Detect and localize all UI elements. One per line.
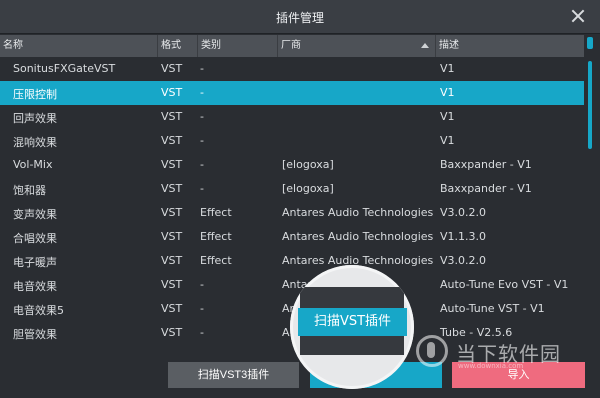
cell-name: 电音效果 bbox=[13, 280, 57, 293]
cell-description: V1 bbox=[440, 110, 455, 123]
cell-format: VST bbox=[161, 110, 183, 123]
cell-category: - bbox=[200, 278, 204, 291]
cell-format: VST bbox=[161, 134, 183, 147]
cell-description: V1.1.3.0 bbox=[440, 230, 487, 243]
plugin-table-body: SonitusFXGateVST VST - V1 压限控制 VST - V1 回声效果 VST -… bbox=[0, 57, 584, 347]
scrollbar-thumb[interactable] bbox=[588, 61, 592, 149]
table-row[interactable]: Vol-Mix VST - [elogoxa] Baxxpander - V1 bbox=[0, 153, 584, 177]
watermark: 当下软件园 www.downxia.com bbox=[416, 333, 596, 373]
column-header-vendor[interactable]: 厂商 bbox=[278, 35, 436, 57]
table-row[interactable]: 电子暖声 VST Effect Antares Audio Technologies V… bbox=[0, 249, 584, 273]
zoom-callout: 扫描VST插件 bbox=[290, 265, 414, 389]
cell-name: Vol-Mix bbox=[13, 158, 53, 171]
table-row[interactable]: 变声效果 VST Effect Antares Audio Technologies V… bbox=[0, 201, 584, 225]
cell-format: VST bbox=[161, 158, 183, 171]
cell-name: SonitusFXGateVST bbox=[13, 62, 116, 75]
cell-name: 合唱效果 bbox=[13, 232, 57, 245]
sort-ascending-icon bbox=[421, 43, 429, 48]
vertical-scrollbar[interactable] bbox=[587, 37, 593, 347]
cell-name: 压限控制 bbox=[13, 88, 57, 101]
cell-name: 混响效果 bbox=[13, 136, 57, 149]
cell-description: Baxxpander - V1 bbox=[440, 182, 532, 195]
cell-description: Auto-Tune Evo VST - V1 bbox=[440, 278, 569, 291]
cell-name: 饱和器 bbox=[13, 184, 46, 197]
cell-format: VST bbox=[161, 278, 183, 291]
cell-format: VST bbox=[161, 230, 183, 243]
zoom-scan-vst-button: 扫描VST插件 bbox=[298, 308, 407, 336]
cell-category: - bbox=[200, 182, 204, 195]
table-row[interactable]: SonitusFXGateVST VST - V1 bbox=[0, 57, 584, 81]
cell-name: 回声效果 bbox=[13, 112, 57, 125]
cell-name: 胆管效果 bbox=[13, 328, 57, 341]
close-icon[interactable] bbox=[570, 8, 586, 24]
cell-description: Baxxpander - V1 bbox=[440, 158, 532, 171]
cell-category: Effect bbox=[200, 230, 232, 243]
table-row[interactable]: 压限控制 VST - V1 bbox=[0, 81, 584, 105]
cell-format: VST bbox=[161, 62, 183, 75]
title-bar: 插件管理 bbox=[0, 0, 600, 34]
column-header-name[interactable]: 名称 bbox=[0, 35, 158, 57]
cell-name: 电子暖声 bbox=[13, 256, 57, 269]
cell-category: - bbox=[200, 134, 204, 147]
cell-description: V1 bbox=[440, 86, 455, 99]
cell-vendor: [elogoxa] bbox=[282, 182, 334, 195]
cell-format: VST bbox=[161, 254, 183, 267]
cell-format: VST bbox=[161, 326, 183, 339]
cell-vendor: [elogoxa] bbox=[282, 158, 334, 171]
cell-format: VST bbox=[161, 182, 183, 195]
cell-category: - bbox=[200, 326, 204, 339]
table-row[interactable]: 合唱效果 VST Effect Antares Audio Technologies V… bbox=[0, 225, 584, 249]
dialog-title: 插件管理 bbox=[275, 11, 324, 25]
cell-name: 变声效果 bbox=[13, 208, 57, 221]
cell-vendor: Antares Audio Technologies bbox=[282, 206, 434, 219]
cell-description: V1 bbox=[440, 134, 455, 147]
cell-description: V3.0.2.0 bbox=[440, 254, 487, 267]
cell-category: - bbox=[200, 158, 204, 171]
scrollbar-top-cap[interactable] bbox=[587, 37, 593, 49]
column-header-format[interactable]: 格式 bbox=[158, 35, 198, 57]
watermark-url: www.downxia.com bbox=[458, 362, 524, 370]
column-header-description[interactable]: 描述 bbox=[436, 35, 584, 57]
scan-vst3-button[interactable]: 扫描VST3插件 bbox=[168, 362, 299, 388]
table-header: 名称 格式 类别 厂商 描述 bbox=[0, 35, 584, 57]
cell-category: Effect bbox=[200, 206, 232, 219]
cell-category: Effect bbox=[200, 254, 232, 267]
table-row[interactable]: 混响效果 VST - V1 bbox=[0, 129, 584, 153]
cell-category: - bbox=[200, 62, 204, 75]
cell-description: Auto-Tune VST - V1 bbox=[440, 302, 545, 315]
cell-name: 电音效果5 bbox=[13, 304, 64, 317]
cell-category: - bbox=[200, 302, 204, 315]
watermark-logo-icon bbox=[416, 335, 448, 367]
cell-description: V3.0.2.0 bbox=[440, 206, 487, 219]
table-row[interactable]: 回声效果 VST - V1 bbox=[0, 105, 584, 129]
cell-format: VST bbox=[161, 86, 183, 99]
cell-format: VST bbox=[161, 206, 183, 219]
cell-category: - bbox=[200, 86, 204, 99]
cell-format: VST bbox=[161, 302, 183, 315]
cell-category: - bbox=[200, 110, 204, 123]
table-row[interactable]: 饱和器 VST - [elogoxa] Baxxpander - V1 bbox=[0, 177, 584, 201]
column-header-category[interactable]: 类别 bbox=[198, 35, 278, 57]
cell-description: V1 bbox=[440, 62, 455, 75]
table-row[interactable]: 电音效果 VST - Antar Auto-Tune Evo VST - V1 bbox=[0, 273, 584, 297]
cell-vendor: Antares Audio Technologies bbox=[282, 230, 434, 243]
plugin-manager-dialog: 插件管理 名称 格式 类别 厂商 描述 SonitusFXGateVST VST -… bbox=[0, 0, 600, 398]
